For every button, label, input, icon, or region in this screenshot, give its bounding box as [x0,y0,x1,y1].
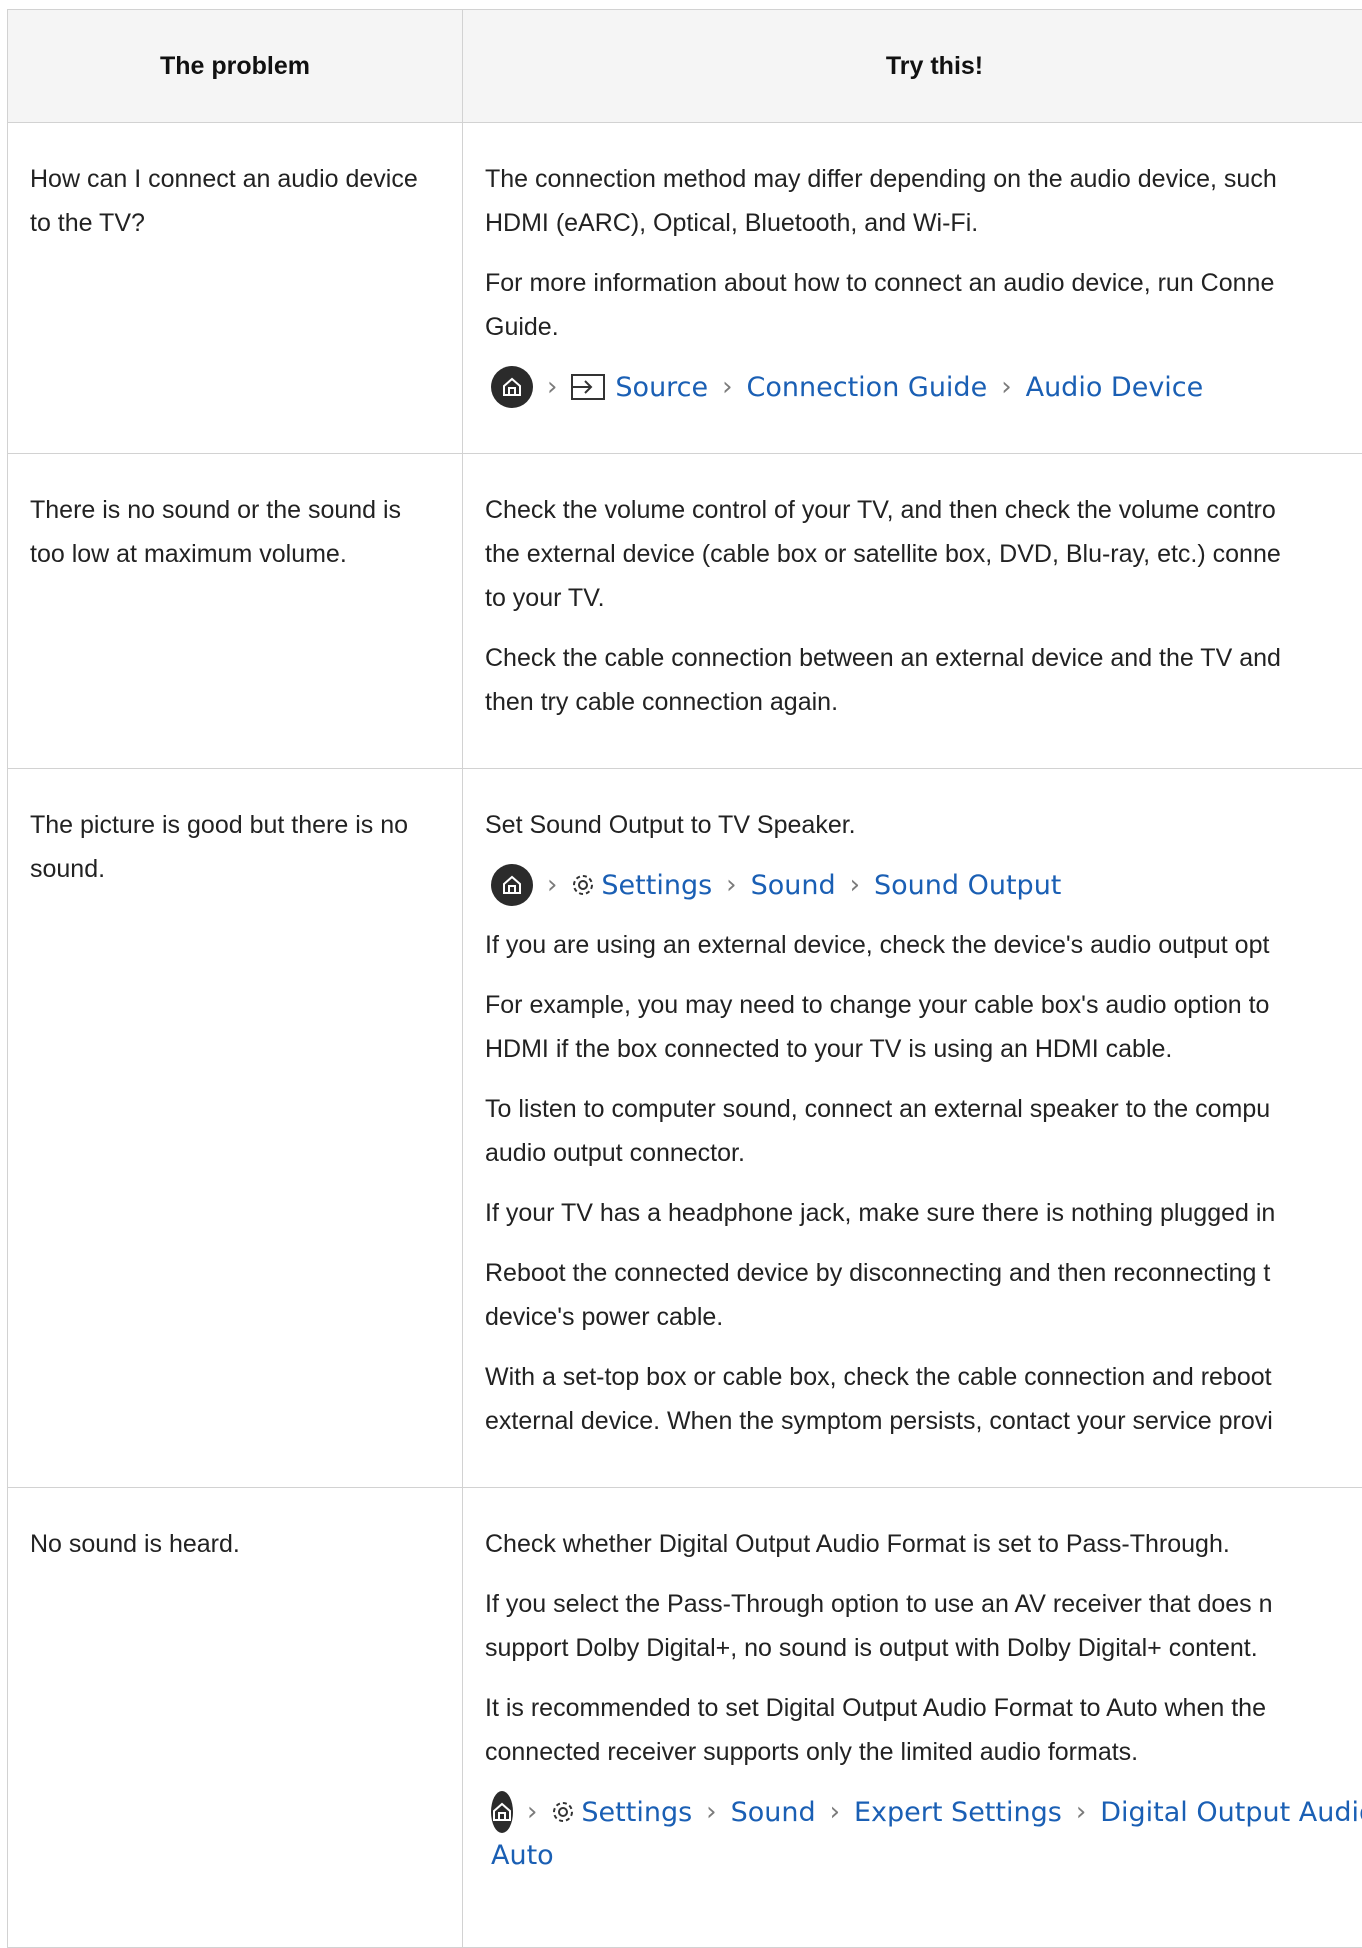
chevron-right-icon: › [1001,372,1011,402]
chevron-right-icon: › [726,870,736,900]
solution-line: external device. When the symptom persis… [485,1407,1273,1435]
troubleshooting-table: The problem Try this! How can I connect … [7,9,1362,1948]
header-problem: The problem [8,10,463,123]
menu-path: › Source › Connection Guide › Audio Devi… [485,365,1362,409]
table-row: The picture is good but there is no soun… [8,769,1362,1488]
solution-line: to your TV. [485,584,605,612]
solution-line: Check whether Digital Output Audio Forma… [485,1530,1230,1558]
path-link-source[interactable]: Source [615,372,708,403]
solution-text: With a set-top box or cable box, check t… [485,1355,1362,1443]
solution-line: connected receiver supports only the lim… [485,1738,1138,1766]
solution-text: If you select the Pass-Through option to… [485,1582,1362,1670]
path-link-settings[interactable]: Settings [601,870,712,901]
solution-line: HDMI if the box connected to your TV is … [485,1035,1172,1063]
solution-line: To listen to computer sound, connect an … [485,1095,1270,1123]
solution-text: The connection method may differ dependi… [485,157,1362,245]
table-row: No sound is heard. Check whether Digital… [8,1488,1362,1948]
source-input-icon [571,374,605,400]
solution-text: For example, you may need to change your… [485,983,1362,1071]
menu-path: › Settings › Sound › Sound Output [485,863,1362,907]
solution-text: Check the cable connection between an ex… [485,636,1362,724]
solution-text: Reboot the connected device by disconnec… [485,1251,1362,1339]
solution-line: device's power cable. [485,1303,723,1331]
solution-line: If you select the Pass-Through option to… [485,1590,1273,1618]
chevron-right-icon: › [706,1797,716,1827]
solution-text: If you are using an external device, che… [485,923,1362,967]
chevron-right-icon: › [830,1797,840,1827]
problem-cell: The picture is good but there is no soun… [8,769,463,1488]
gear-icon [571,873,595,897]
chevron-right-icon: › [722,372,732,402]
chevron-right-icon: › [850,870,860,900]
home-icon[interactable] [491,864,533,906]
solution-text: For more information about how to connec… [485,261,1362,349]
path-link-settings[interactable]: Settings [581,1797,692,1828]
problem-cell: There is no sound or the sound is too lo… [8,454,463,769]
solution-line: support Dolby Digital+, no sound is outp… [485,1634,1258,1662]
solution-cell: Set Sound Output to TV Speaker. › Settin… [463,769,1362,1488]
solution-line: Reboot the connected device by disconnec… [485,1259,1270,1287]
solution-line: For more information about how to connec… [485,269,1274,297]
table-header-row: The problem Try this! [8,10,1362,123]
gear-icon [551,1800,575,1824]
solution-text: To listen to computer sound, connect an … [485,1087,1362,1175]
solution-cell: The connection method may differ dependi… [463,123,1362,454]
table-row: There is no sound or the sound is too lo… [8,454,1362,769]
solution-line: Check the cable connection between an ex… [485,644,1281,672]
solution-text: Check whether Digital Output Audio Forma… [485,1522,1362,1566]
home-icon[interactable] [491,1791,513,1833]
solution-line: If you are using an external device, che… [485,931,1269,959]
menu-path: › Settings › Sound › Expert Settings › D… [485,1790,1362,1834]
chevron-right-icon: › [1076,1797,1086,1827]
solution-line: Guide. [485,313,559,341]
solution-line: the external device (cable box or satell… [485,540,1281,568]
path-link-audio-device[interactable]: Audio Device [1026,372,1204,403]
path-link-sound[interactable]: Sound [751,870,836,901]
home-icon[interactable] [491,366,533,408]
solution-line: Check the volume control of your TV, and… [485,496,1276,524]
header-try-this: Try this! [463,10,1362,123]
chevron-right-icon: › [547,870,557,900]
problem-cell: No sound is heard. [8,1488,463,1948]
solution-line: With a set-top box or cable box, check t… [485,1363,1272,1391]
solution-line: Set Sound Output to TV Speaker. [485,811,856,839]
chevron-right-icon: › [547,372,557,402]
path-link-sound[interactable]: Sound [731,1797,816,1828]
solution-text: It is recommended to set Digital Output … [485,1686,1362,1774]
path-link-auto[interactable]: Auto [485,1834,1362,1878]
path-link-connection-guide[interactable]: Connection Guide [747,372,988,403]
solution-line: For example, you may need to change your… [485,991,1269,1019]
solution-line: HDMI (eARC), Optical, Bluetooth, and Wi-… [485,209,978,237]
solution-line: then try cable connection again. [485,688,838,716]
solution-text: Check the volume control of your TV, and… [485,488,1362,620]
solution-cell: Check the volume control of your TV, and… [463,454,1362,769]
solution-text: If your TV has a headphone jack, make su… [485,1191,1362,1235]
solution-line: If your TV has a headphone jack, make su… [485,1199,1275,1227]
solution-line: audio output connector. [485,1139,745,1167]
path-link-digital-output-audio-format[interactable]: Digital Output Audio For [1100,1797,1362,1828]
problem-cell: How can I connect an audio device to the… [8,123,463,454]
table-row: How can I connect an audio device to the… [8,123,1362,454]
chevron-right-icon: › [527,1797,537,1827]
path-link-sound-output[interactable]: Sound Output [874,870,1061,901]
solution-line: The connection method may differ dependi… [485,165,1277,193]
solution-cell: Check whether Digital Output Audio Forma… [463,1488,1362,1948]
path-link-expert-settings[interactable]: Expert Settings [854,1797,1062,1828]
solution-line: It is recommended to set Digital Output … [485,1694,1266,1722]
solution-text: Set Sound Output to TV Speaker. [485,803,1362,847]
